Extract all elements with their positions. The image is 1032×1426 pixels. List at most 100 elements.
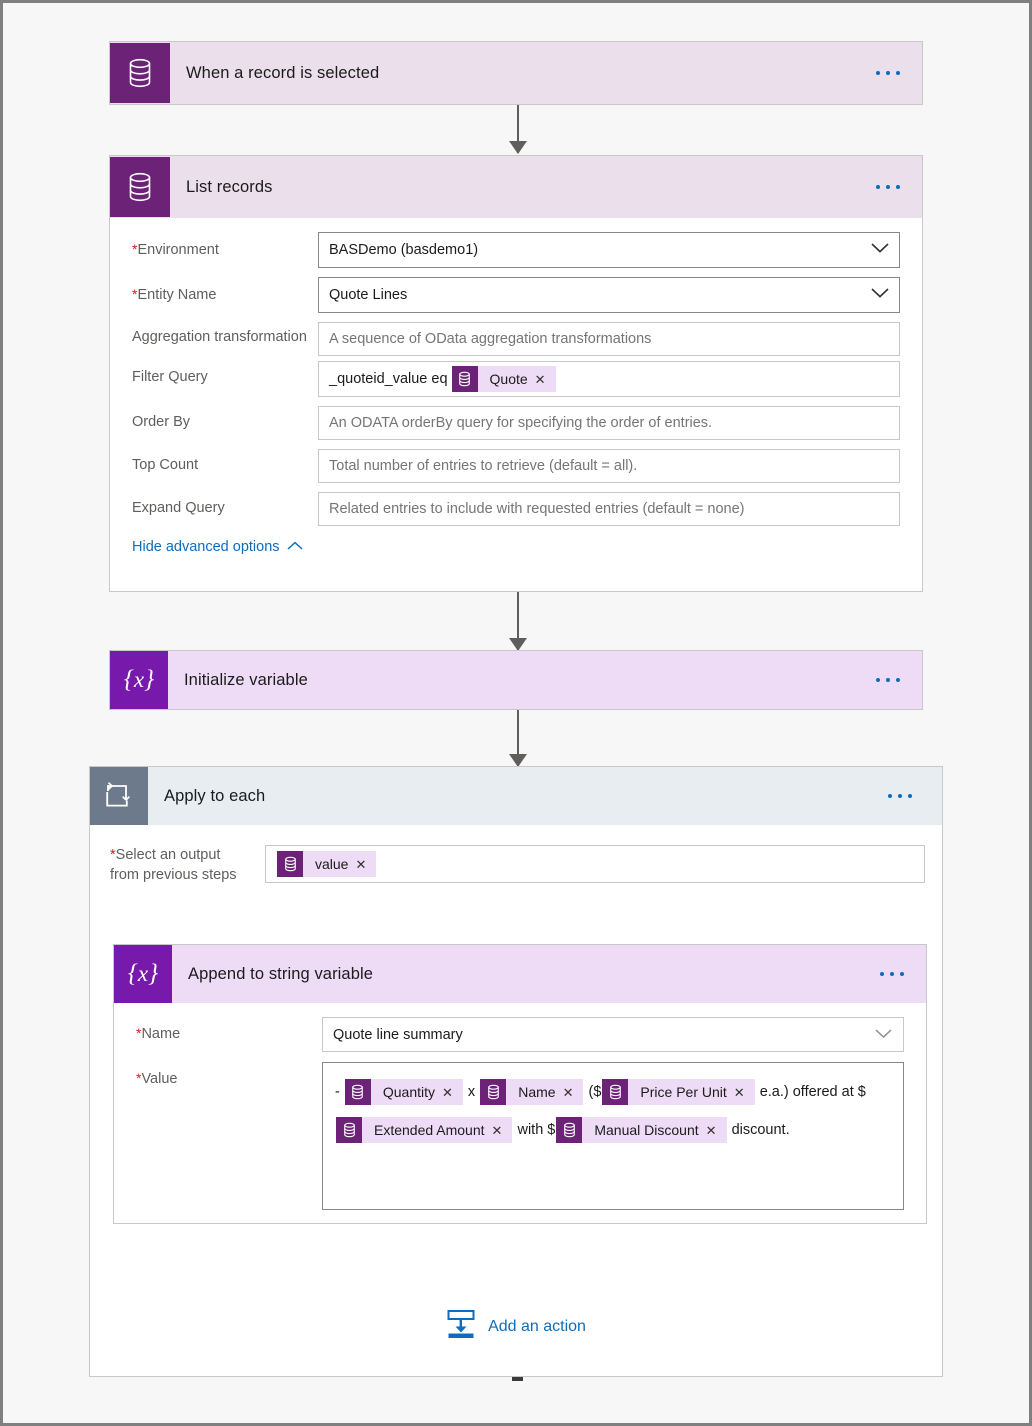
card-when-a-record-is-selected[interactable]: When a record is selected (109, 41, 923, 105)
dataverse-icon (556, 1117, 583, 1144)
card-title: Append to string variable (188, 964, 374, 983)
close-icon[interactable]: ✕ (535, 373, 556, 386)
variable-name-dropdown[interactable]: Quote line summary (322, 1017, 904, 1052)
card-title: Initialize variable (184, 670, 308, 689)
card-menu-button[interactable] (876, 678, 900, 682)
token-label: Extended Amount (374, 1122, 485, 1139)
variable-name-value: Quote line summary (333, 1026, 463, 1043)
card-header[interactable]: {x} Append to string variable (114, 945, 926, 1003)
dynamic-content-token-value[interactable]: value ✕ (277, 851, 377, 877)
add-action-icon (446, 1309, 476, 1344)
dataverse-icon (344, 1079, 371, 1106)
chevron-down-icon (875, 1027, 892, 1043)
dynamic-content-token-extended-amount[interactable]: Extended Amount ✕ (336, 1117, 513, 1144)
close-icon[interactable]: ✕ (355, 858, 376, 871)
value-literal-text: e.a.) offered at $ (755, 1084, 866, 1100)
dataverse-icon (110, 43, 170, 103)
card-header[interactable]: {x} Initialize variable (110, 651, 922, 709)
top-count-input[interactable] (318, 449, 900, 483)
dataverse-icon (336, 1117, 362, 1144)
field-row-filter-query: Filter Query _quoteid_value eq Quote ✕ (132, 361, 900, 397)
dynamic-content-token-quantity[interactable]: Quantity ✕ (344, 1079, 463, 1106)
field-label-aggregation-transformation: Aggregation transformation (132, 329, 307, 345)
value-literal-text: with $ (513, 1122, 556, 1138)
filter-query-text: _quoteid_value eq (329, 371, 448, 387)
close-icon[interactable]: ✕ (442, 1086, 463, 1099)
variable-value-input[interactable]: - Quantity ✕ x Name ✕ ($ Price Per Unit ✕ e.… (322, 1062, 904, 1210)
card-header[interactable]: List records (110, 156, 922, 218)
dynamic-content-token-price-per-unit[interactable]: Price Per Unit ✕ (602, 1079, 755, 1106)
card-apply-to-each[interactable]: Apply to each *Select an output from pre… (89, 766, 943, 1377)
card-list-records[interactable]: List records *Environment BASDemo (basde… (109, 155, 923, 592)
select-output-input[interactable]: value ✕ (265, 845, 925, 883)
close-icon[interactable]: ✕ (563, 1086, 584, 1099)
token-label: Price Per Unit (640, 1084, 727, 1101)
connector-arrow (517, 710, 519, 766)
connector-arrow (517, 105, 519, 153)
field-label-entity-name: *Entity Name (132, 286, 217, 303)
value-literal-text: ($ (584, 1084, 602, 1100)
loop-icon (90, 767, 148, 825)
field-label-select-output: *Select an output from previous steps (110, 847, 237, 883)
add-an-action-label: Add an action (488, 1317, 586, 1335)
card-title: List records (186, 177, 273, 196)
dataverse-icon (277, 851, 303, 877)
token-label: value (315, 856, 349, 872)
card-menu-button[interactable] (880, 972, 904, 976)
card-menu-button[interactable] (888, 794, 912, 798)
field-label-variable-value: *Value (136, 1070, 178, 1087)
field-row-environment: *Environment BASDemo (basdemo1) (132, 232, 900, 268)
environment-dropdown[interactable]: BASDemo (basdemo1) (318, 232, 900, 268)
chevron-up-icon (287, 539, 303, 555)
card-header[interactable]: When a record is selected (110, 42, 922, 104)
aggregation-transformation-input[interactable] (318, 322, 900, 356)
field-label-environment: *Environment (132, 241, 219, 258)
field-label-variable-name: *Name (136, 1025, 181, 1042)
field-row-select-output: *Select an output from previous steps va… (90, 825, 942, 885)
dynamic-content-token-quote[interactable]: Quote ✕ (451, 366, 556, 392)
token-label: Quote (489, 371, 528, 387)
hide-advanced-options-link[interactable]: Hide advanced options (132, 539, 303, 555)
filter-query-input[interactable]: _quoteid_value eq Quote ✕ (318, 361, 900, 397)
chevron-down-icon (871, 287, 889, 303)
token-label: Name (518, 1084, 556, 1101)
expand-query-input[interactable] (318, 492, 900, 526)
field-row-variable-name: *Name Quote line summary (136, 1017, 904, 1052)
dynamic-content-token-name[interactable]: Name ✕ (480, 1079, 584, 1106)
dataverse-icon (451, 366, 478, 392)
flow-designer-canvas: When a record is selected List records *… (3, 3, 1029, 1423)
value-literal-text: - (335, 1084, 344, 1100)
token-label: Manual Discount (594, 1122, 699, 1139)
environment-value: BASDemo (basdemo1) (329, 242, 479, 258)
field-label-top-count: Top Count (132, 457, 199, 473)
token-label: Quantity (382, 1084, 435, 1101)
card-append-to-string-variable[interactable]: {x} Append to string variable *Name Quot… (113, 944, 927, 1224)
entity-name-dropdown[interactable]: Quote Lines (318, 277, 900, 313)
card-menu-button[interactable] (876, 71, 900, 75)
card-header[interactable]: Apply to each (90, 767, 942, 825)
close-icon[interactable]: ✕ (706, 1124, 727, 1137)
dynamic-content-token-manual-discount[interactable]: Manual Discount ✕ (556, 1117, 727, 1144)
value-literal-text: x (463, 1084, 480, 1100)
field-row-aggregation-transformation: Aggregation transformation (132, 322, 900, 356)
entity-name-value: Quote Lines (329, 287, 408, 303)
add-an-action-button[interactable]: Add an action (90, 1309, 942, 1344)
chevron-down-icon (871, 242, 889, 258)
dataverse-icon (110, 157, 170, 217)
close-icon[interactable]: ✕ (492, 1124, 513, 1137)
card-initialize-variable[interactable]: {x} Initialize variable (109, 650, 923, 710)
connector-arrow (517, 592, 519, 650)
close-icon[interactable]: ✕ (734, 1086, 755, 1099)
order-by-input[interactable] (318, 406, 900, 440)
value-literal-text: discount. (727, 1122, 790, 1138)
field-row-entity-name: *Entity Name Quote Lines (132, 277, 900, 313)
list-records-form: *Environment BASDemo (basdemo1) *Entity … (110, 218, 922, 576)
append-to-string-form: *Name Quote line summary *Value - Quanti… (114, 1003, 926, 1230)
clipped-element-stub (512, 1377, 523, 1381)
dataverse-icon (480, 1079, 507, 1106)
field-row-variable-value: *Value - Quantity ✕ x Name ✕ ($ Price Per U… (136, 1062, 904, 1210)
card-title: When a record is selected (186, 63, 380, 82)
card-menu-button[interactable] (876, 185, 900, 189)
card-title: Apply to each (164, 786, 266, 805)
field-row-expand-query: Expand Query (132, 492, 900, 526)
